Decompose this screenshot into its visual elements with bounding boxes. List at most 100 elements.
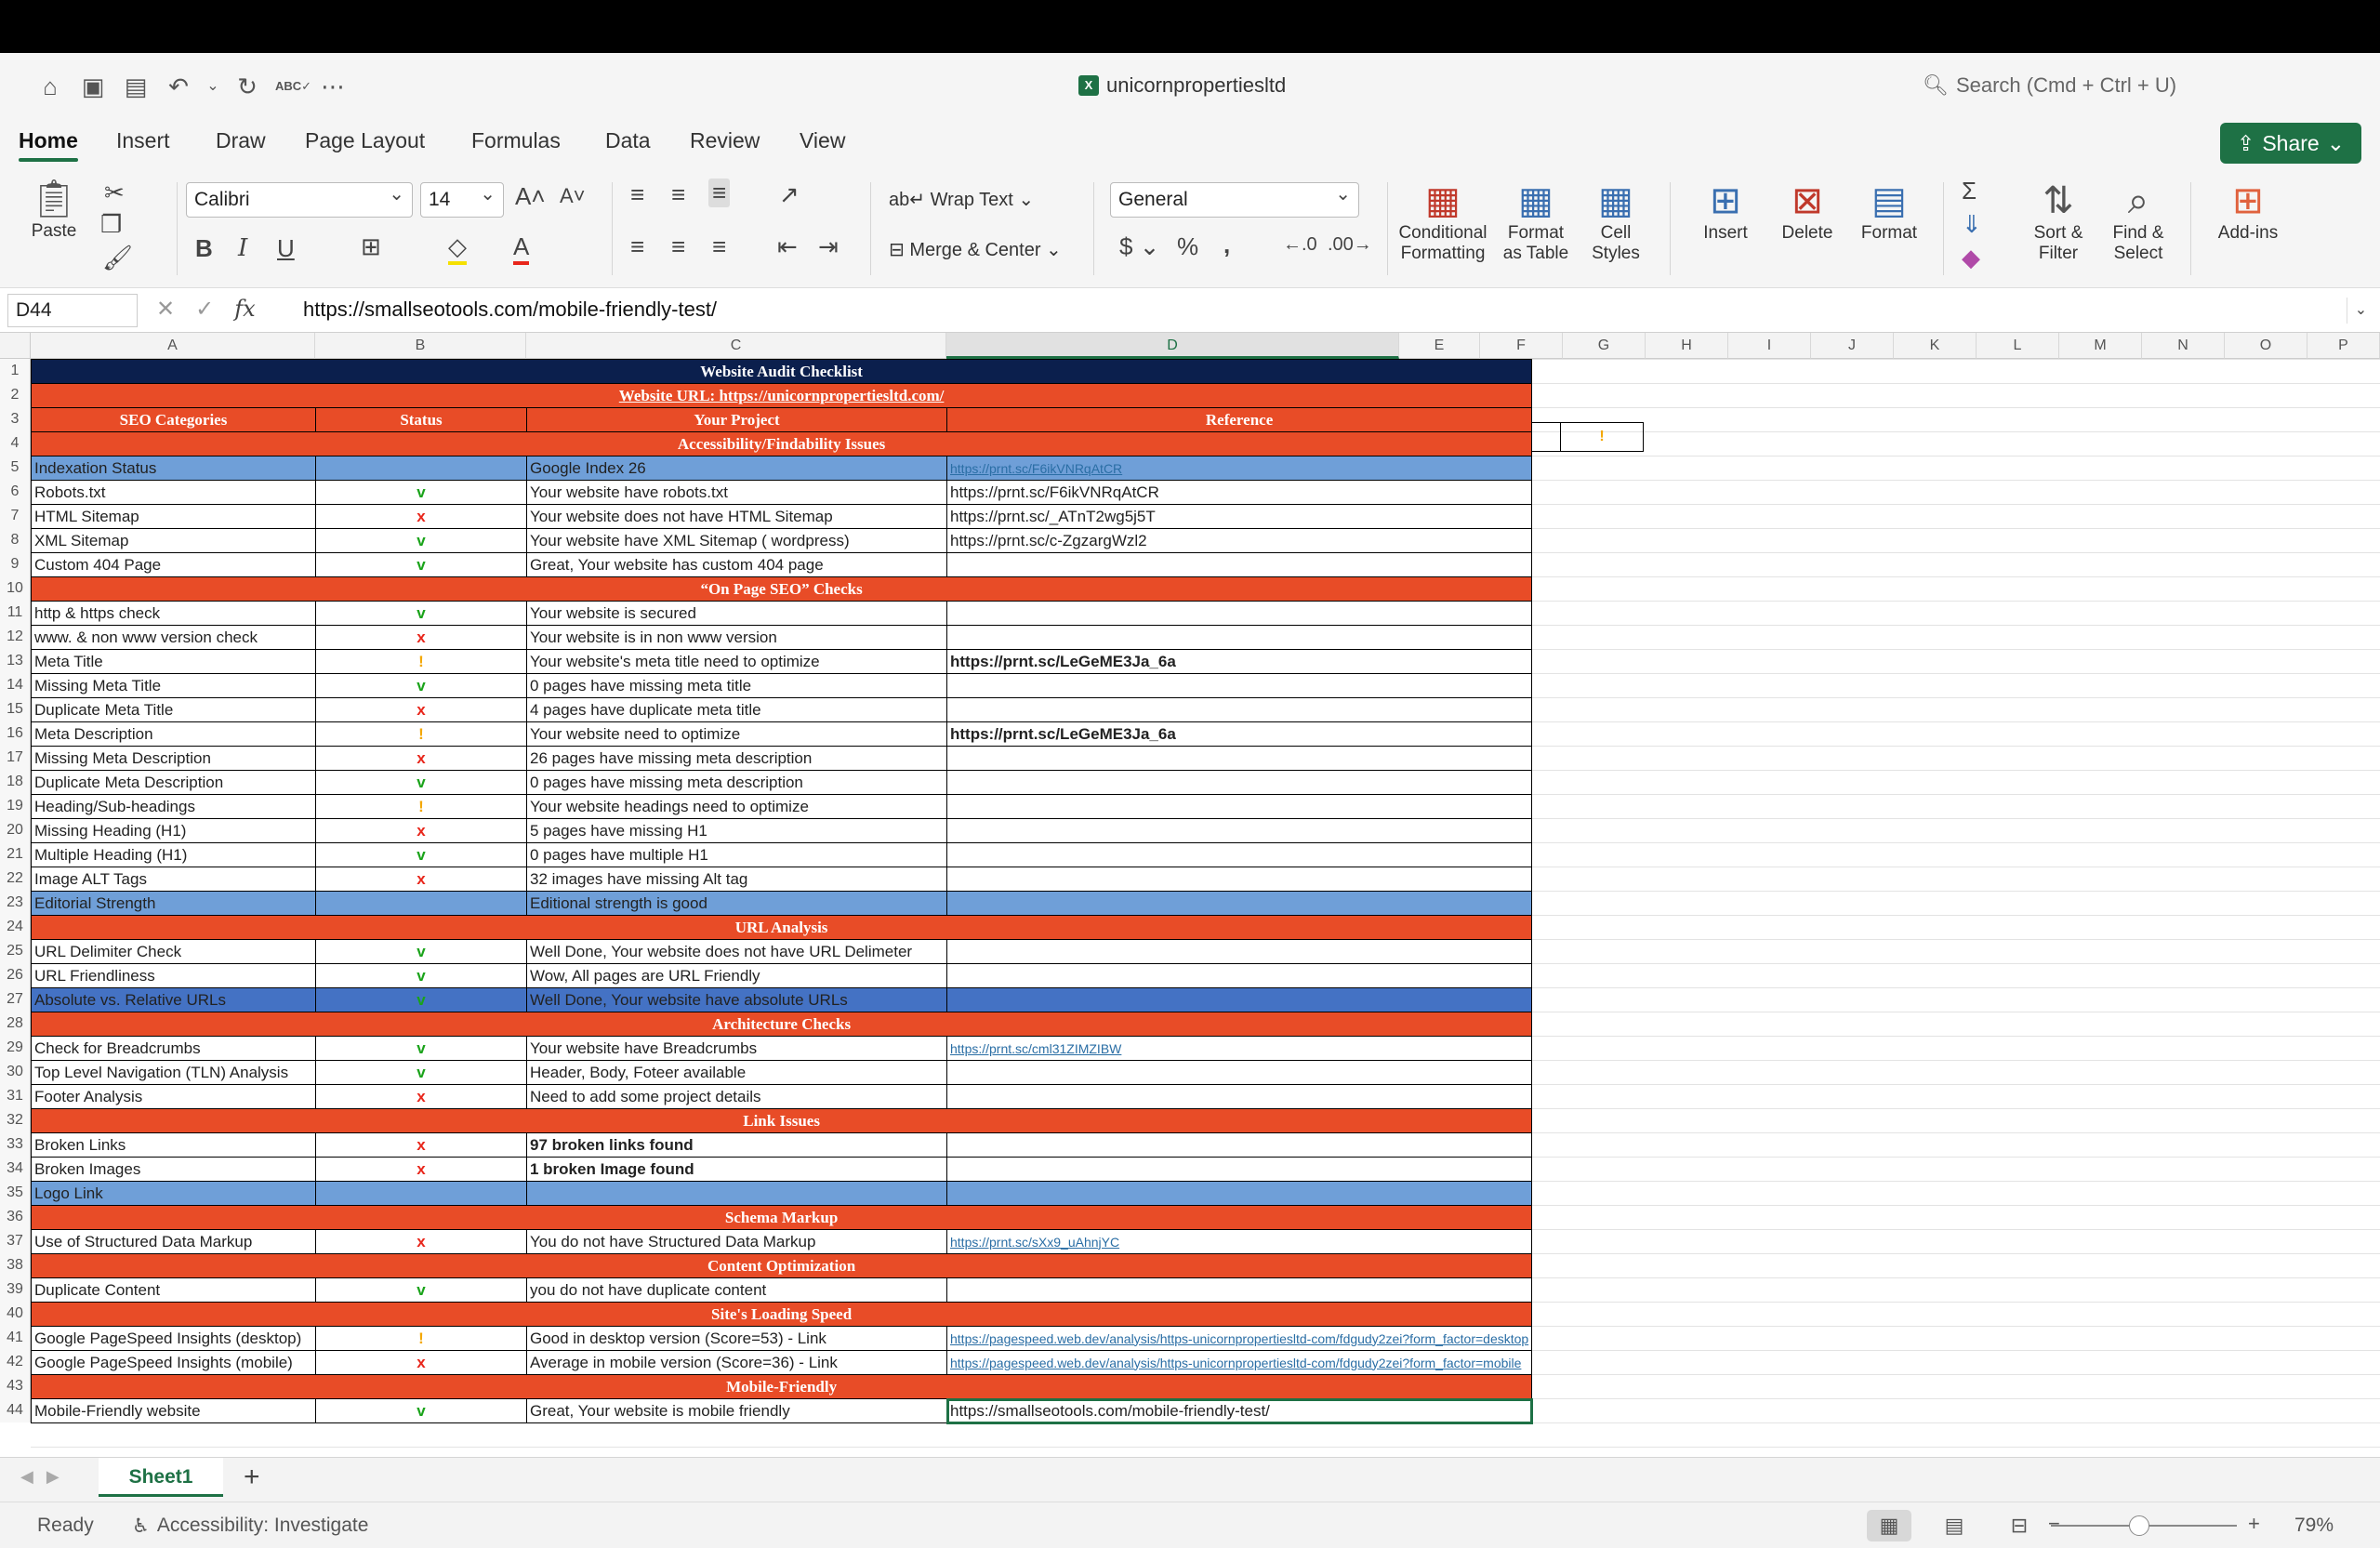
reference-cell[interactable]: https://prnt.sc/sXx9_uAhnjYC [945, 1229, 1533, 1254]
percent-icon[interactable]: % [1177, 232, 1198, 261]
category-cell[interactable]: XML Sitemap [31, 528, 316, 553]
cancel-icon[interactable]: ✕ [156, 296, 175, 323]
row-header[interactable]: 25 [0, 939, 31, 963]
project-cell[interactable]: 4 pages have duplicate meta title [526, 697, 947, 722]
reference-link[interactable]: https://prnt.sc/sXx9_uAhnjYC [950, 1235, 1119, 1250]
category-cell[interactable]: Missing Heading (H1) [31, 818, 316, 843]
status-cell[interactable]: v [315, 480, 527, 505]
row-header[interactable]: 13 [0, 649, 31, 673]
reference-link[interactable]: https://prnt.sc/F6ikVNRqAtCR [950, 461, 1122, 476]
category-cell[interactable]: Duplicate Meta Description [31, 770, 316, 795]
status-cell[interactable]: v [315, 673, 527, 698]
tab-view[interactable]: View [800, 128, 845, 153]
reference-cell[interactable] [945, 673, 1533, 698]
orientation-icon[interactable]: ↗ [779, 180, 800, 209]
reference-cell[interactable]: https://prnt.sc/F6ikVNRqAtCR [945, 456, 1533, 481]
row-header[interactable]: 31 [0, 1084, 31, 1108]
project-cell[interactable]: 0 pages have missing meta description [526, 770, 947, 795]
category-cell[interactable]: Duplicate Content [31, 1277, 316, 1303]
project-cell[interactable]: Well Done, Your website have absolute UR… [526, 987, 947, 1012]
row-header[interactable]: 27 [0, 987, 31, 1012]
clear-icon[interactable]: ◆ [1962, 244, 1980, 272]
project-cell[interactable]: Your website need to optimize [526, 721, 947, 747]
find-select-button[interactable]: ⌕ Find & Select [2103, 179, 2174, 264]
project-cell[interactable]: Great, Your website is mobile friendly [526, 1398, 947, 1423]
status-cell[interactable]: v [315, 770, 527, 795]
row-header[interactable]: 12 [0, 625, 31, 649]
row-header[interactable]: 4 [0, 431, 31, 456]
category-cell[interactable]: Footer Analysis [31, 1084, 316, 1109]
reference-cell[interactable]: https://prnt.sc/c-ZgzargWzl2 [945, 528, 1533, 553]
header-your-project[interactable]: Your Project [526, 407, 947, 432]
status-cell[interactable]: x [315, 625, 527, 650]
row-header[interactable]: 3 [0, 407, 31, 431]
status-cell[interactable] [315, 891, 527, 916]
header-seo-categories[interactable]: SEO Categories [31, 407, 316, 432]
category-cell[interactable]: http & https check [31, 601, 316, 626]
page-break-view-icon[interactable]: ⊟ [1997, 1510, 2042, 1541]
category-cell[interactable]: Meta Description [31, 721, 316, 747]
project-cell[interactable]: Your website is in non www version [526, 625, 947, 650]
column-header-l[interactable]: L [1977, 333, 2059, 359]
status-cell[interactable]: ! [315, 1326, 527, 1351]
row-header[interactable]: 2 [0, 383, 31, 407]
status-cell[interactable]: x [315, 1132, 527, 1158]
project-cell[interactable]: Great, Your website has custom 404 page [526, 552, 947, 577]
project-cell[interactable]: Your website headings need to optimize [526, 794, 947, 819]
project-cell[interactable]: Average in mobile version (Score=36) - L… [526, 1350, 947, 1375]
reference-cell[interactable]: https://prnt.sc/F6ikVNRqAtCR [945, 480, 1533, 505]
row-header[interactable]: 29 [0, 1036, 31, 1060]
align-center-icon[interactable]: ≡ [671, 232, 685, 261]
name-box[interactable]: D44 [7, 294, 138, 327]
align-middle-icon[interactable]: ≡ [671, 180, 685, 209]
category-cell[interactable]: Mobile-Friendly website [31, 1398, 316, 1423]
row-header[interactable]: 19 [0, 794, 31, 818]
save-icon[interactable]: ▣ [78, 72, 108, 101]
website-url[interactable]: Website URL: https://unicornpropertieslt… [30, 383, 1533, 408]
status-cell[interactable]: x [315, 746, 527, 771]
reference-cell[interactable] [945, 1132, 1533, 1158]
status-cell[interactable]: v [315, 963, 527, 988]
status-cell[interactable]: v [315, 528, 527, 553]
row-header[interactable]: 7 [0, 504, 31, 528]
reference-cell[interactable] [945, 939, 1533, 964]
status-cell[interactable]: v [315, 1060, 527, 1085]
section-title[interactable]: Accessibility/Findability Issues [30, 431, 1533, 456]
decrease-font-icon[interactable]: A˅ [560, 184, 586, 208]
reference-cell[interactable] [945, 1181, 1533, 1206]
header-status[interactable]: Status [315, 407, 527, 432]
align-right-icon[interactable]: ≡ [712, 232, 726, 261]
status-cell[interactable]: v [315, 1036, 527, 1061]
reference-cell[interactable] [945, 552, 1533, 577]
add-ins-button[interactable]: ⊞ Add-ins [2209, 179, 2287, 244]
cell-styles-button[interactable]: ▦ Cell Styles [1580, 179, 1651, 264]
sheet-tab[interactable]: Sheet1 [99, 1458, 223, 1497]
legend-warning-cell[interactable]: ! [1561, 422, 1644, 452]
category-cell[interactable]: HTML Sitemap [31, 504, 316, 529]
column-header-g[interactable]: G [1563, 333, 1646, 359]
category-cell[interactable]: Indexation Status [31, 456, 316, 481]
row-header[interactable]: 28 [0, 1012, 31, 1036]
reference-cell[interactable]: https://pagespeed.web.dev/analysis/https… [945, 1350, 1533, 1375]
header-reference[interactable]: Reference [945, 407, 1533, 432]
status-cell[interactable]: x [315, 867, 527, 892]
project-cell[interactable]: 97 broken links found [526, 1132, 947, 1158]
status-cell[interactable]: x [315, 818, 527, 843]
reference-cell[interactable] [945, 794, 1533, 819]
row-header[interactable]: 8 [0, 528, 31, 552]
project-cell[interactable]: 1 broken Image found [526, 1157, 947, 1182]
reference-cell[interactable]: https://smallseotools.com/mobile-friendl… [945, 1397, 1533, 1424]
italic-icon[interactable]: I [238, 234, 247, 262]
project-cell[interactable]: Your website does not have HTML Sitemap [526, 504, 947, 529]
reference-cell[interactable] [945, 891, 1533, 916]
row-header[interactable]: 9 [0, 552, 31, 576]
currency-icon[interactable]: $ ⌄ [1119, 232, 1159, 261]
sheet-nav-arrows-icon[interactable]: ◀▶ [20, 1467, 73, 1487]
category-cell[interactable]: www. & non www version check [31, 625, 316, 650]
project-cell[interactable]: Need to add some project details [526, 1084, 947, 1109]
status-cell[interactable]: ! [315, 721, 527, 747]
borders-icon[interactable]: ⊞ [361, 232, 381, 261]
category-cell[interactable]: URL Delimiter Check [31, 939, 316, 964]
section-title[interactable]: Content Optimization [30, 1253, 1533, 1278]
wrap-text-button[interactable]: ab↵ Wrap Text ⌄ [889, 188, 1034, 211]
